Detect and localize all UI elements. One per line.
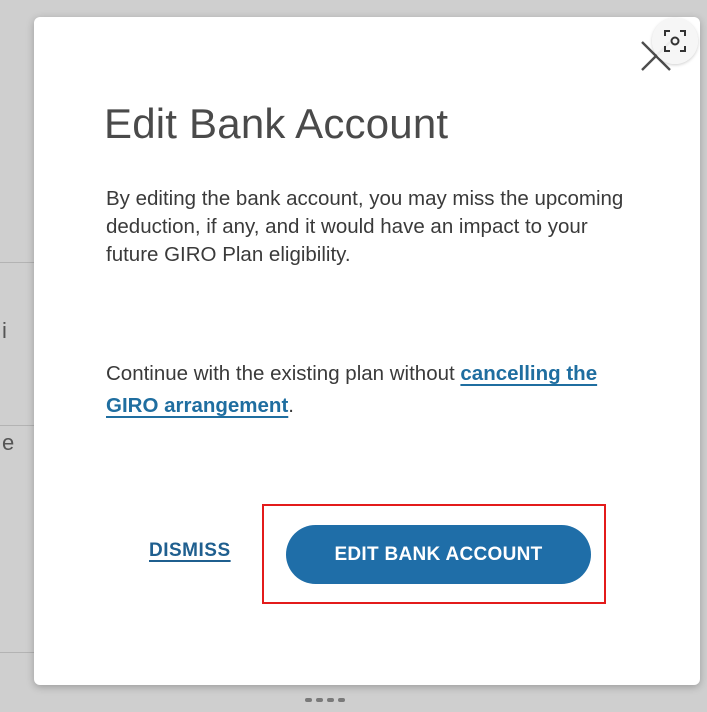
screen-search-button[interactable]: [652, 18, 698, 64]
dismiss-button[interactable]: DISMISS: [149, 540, 231, 562]
screen-search-icon: [664, 30, 686, 52]
background-text-fragment: i: [2, 318, 7, 343]
continue-prefix: Continue with the existing plan without: [106, 362, 461, 385]
background-indicator: [305, 698, 345, 704]
dialog-continue-text: Continue with the existing plan without …: [106, 358, 636, 422]
background-text-fragment: e: [2, 430, 15, 455]
background-divider: [0, 425, 34, 426]
edit-bank-account-button[interactable]: EDIT BANK ACCOUNT: [286, 525, 591, 584]
continue-suffix: .: [288, 394, 294, 417]
background-divider: [0, 652, 34, 653]
dialog-title: Edit Bank Account: [104, 100, 449, 147]
dialog-message: By editing the bank account, you may mis…: [106, 187, 624, 266]
background-divider: [0, 262, 34, 263]
